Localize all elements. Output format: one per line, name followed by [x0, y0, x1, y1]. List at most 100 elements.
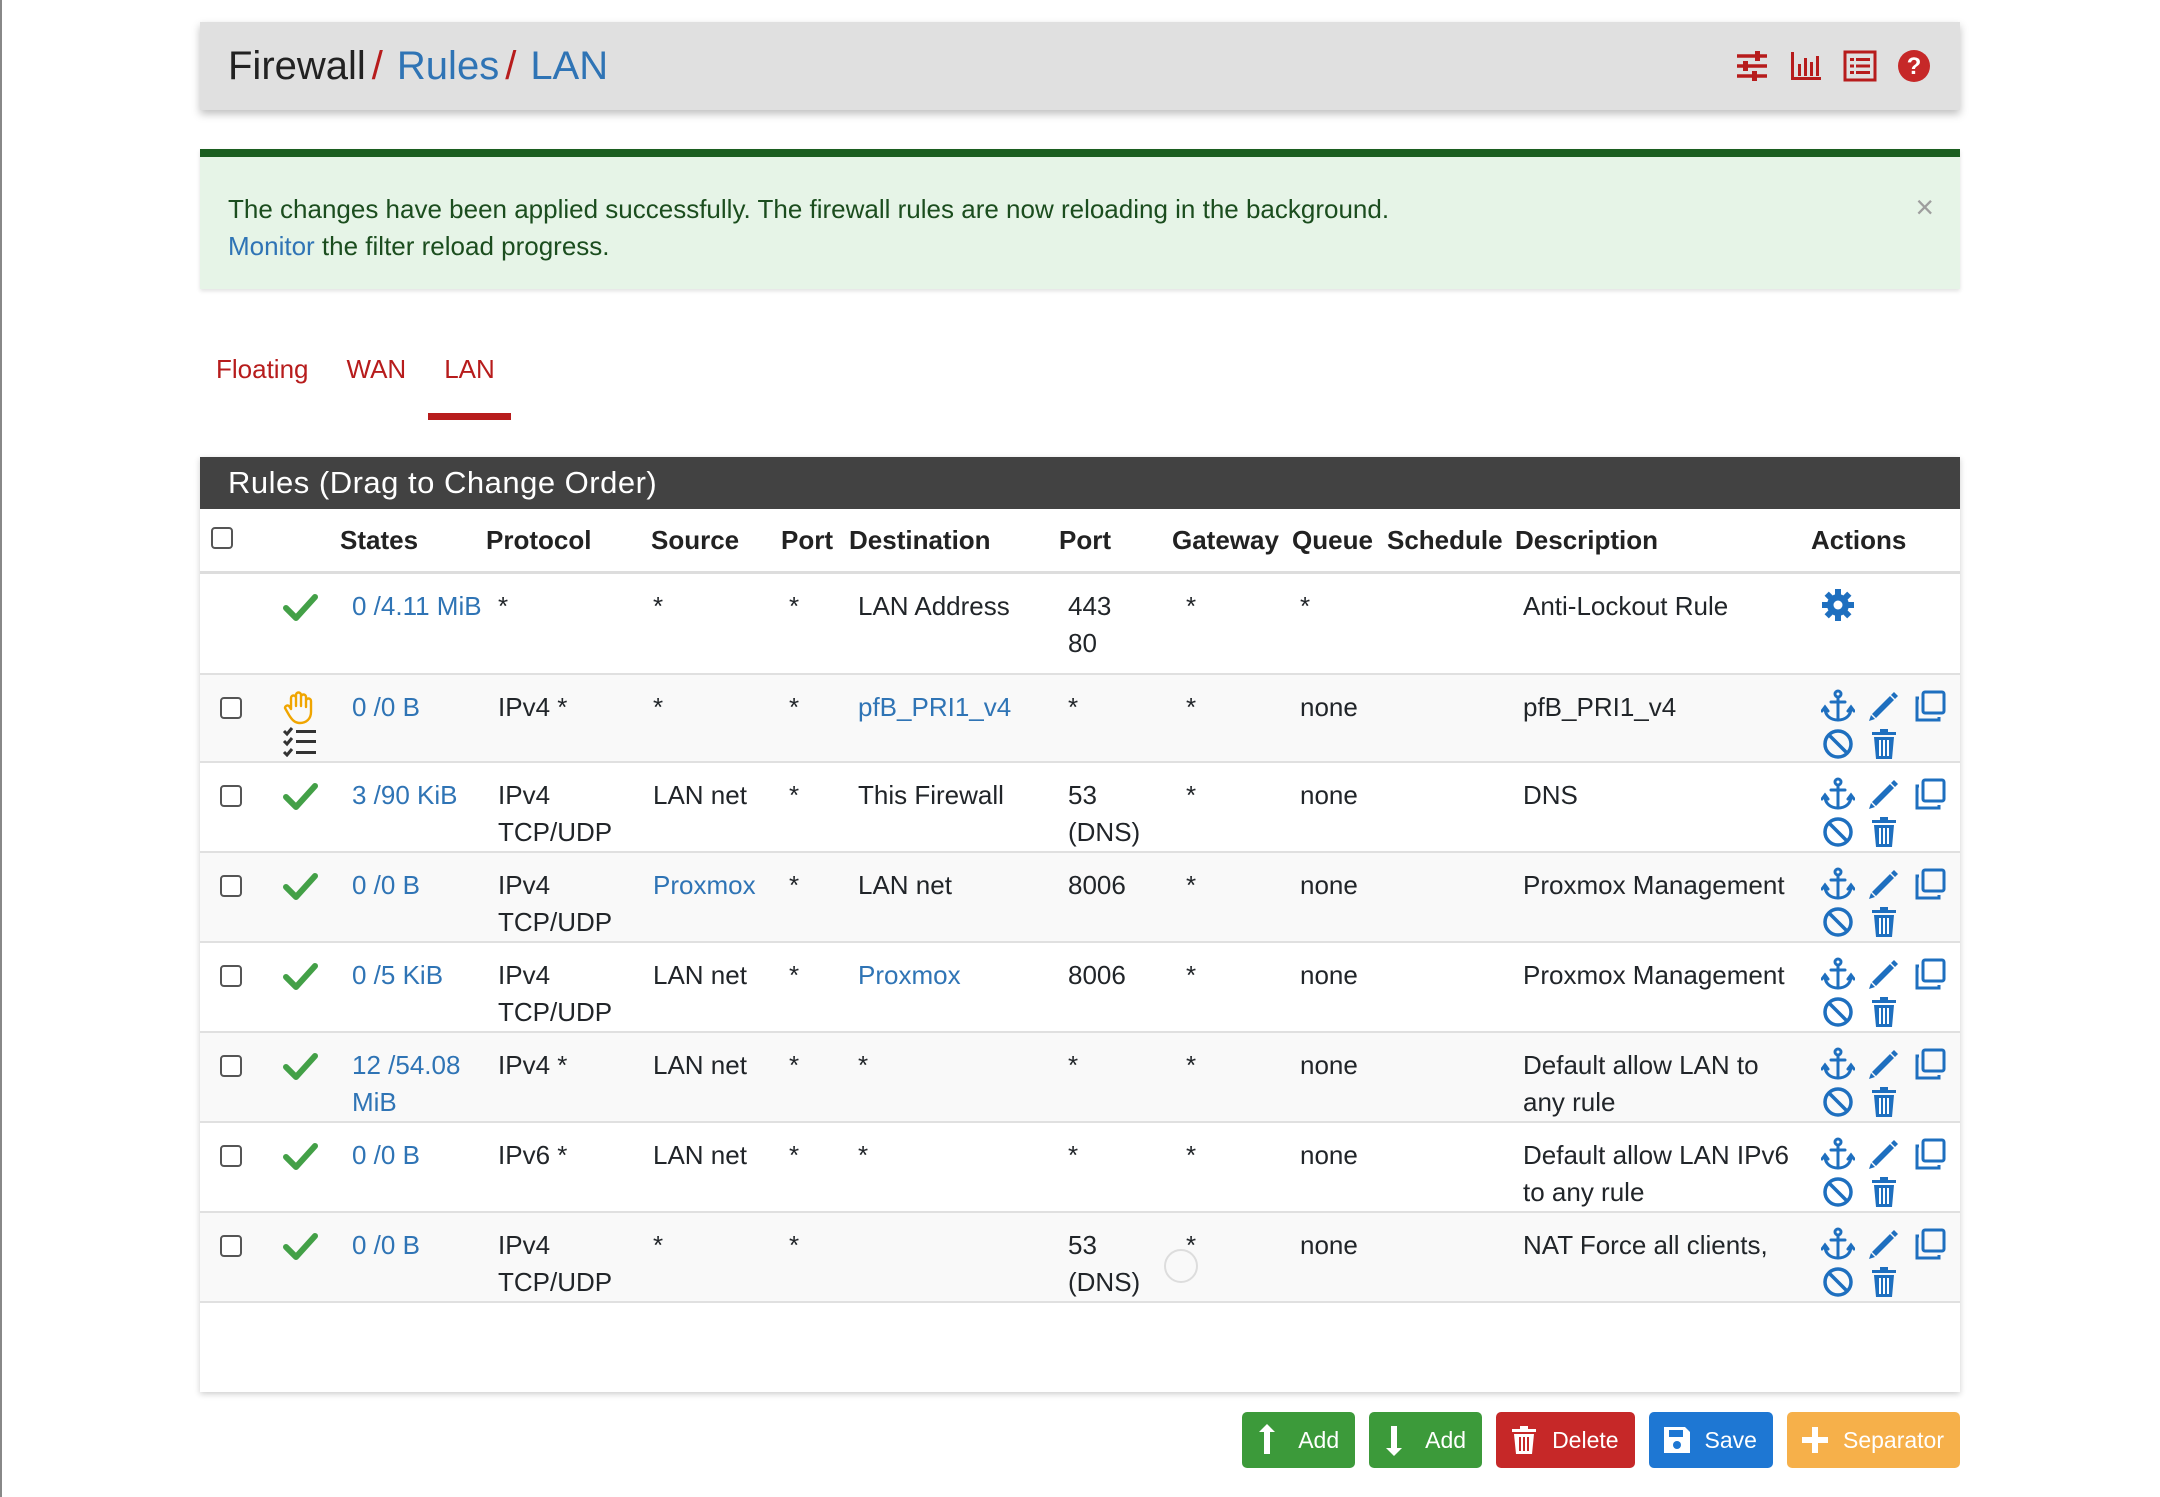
copy-icon[interactable]: [1913, 867, 1959, 901]
edit-pencil-icon[interactable]: [1867, 689, 1913, 723]
copy-icon[interactable]: [1913, 957, 1959, 991]
delete-trash-icon[interactable]: [1867, 1085, 1913, 1119]
source-cell: *: [653, 591, 664, 621]
disable-icon[interactable]: [1821, 727, 1867, 761]
protocol-cell: IPv4 TCP/UDP: [498, 1229, 613, 1297]
delete-trash-icon[interactable]: [1867, 1265, 1913, 1299]
select-all-checkbox[interactable]: [211, 526, 233, 549]
protocol-cell: IPv4 *: [498, 1049, 568, 1080]
floppy-disk-icon: [1663, 1427, 1690, 1453]
trash-icon: [1512, 1426, 1537, 1454]
disable-icon[interactable]: [1821, 815, 1867, 849]
destination-cell[interactable]: pfB_PRI1_v4: [849, 689, 1011, 726]
row-checkbox[interactable]: [220, 964, 242, 987]
copy-icon[interactable]: [1913, 1047, 1959, 1081]
delete-trash-icon[interactable]: [1867, 1175, 1913, 1209]
description-cell: NAT Force all clients,: [1523, 1229, 1768, 1260]
states-link[interactable]: 12 /54.08 MiB: [340, 1047, 486, 1121]
states-link[interactable]: 0 /0 B: [340, 1137, 420, 1174]
row-checkbox[interactable]: [220, 1144, 242, 1167]
tab-wan[interactable]: WAN: [331, 354, 423, 420]
delete-trash-icon[interactable]: [1867, 727, 1913, 761]
save-button[interactable]: Save: [1648, 1412, 1773, 1468]
add-separator-button[interactable]: Separator: [1786, 1412, 1960, 1468]
states-link[interactable]: 3 /90 KiB: [340, 777, 458, 814]
copy-icon[interactable]: [1913, 777, 1959, 811]
sliders-icon[interactable]: [1734, 48, 1770, 84]
anchor-icon[interactable]: [1821, 689, 1867, 723]
destination-cell: LAN Address: [858, 591, 1010, 621]
table-row[interactable]: 0 /0 B IPv4 * * * pfB_PRI1_v4 * * none pfB_PRI1_…: [200, 673, 1960, 763]
close-icon[interactable]: ×: [1915, 191, 1934, 223]
table-row[interactable]: 0 /0 B IPv4 TCP/UDP Proxmox * LAN net 8006 * no…: [200, 851, 1960, 943]
delete-button[interactable]: Delete: [1496, 1412, 1635, 1468]
delete-trash-icon[interactable]: [1867, 815, 1913, 849]
anchor-icon[interactable]: [1821, 1227, 1867, 1261]
bar-chart-icon[interactable]: [1788, 48, 1824, 84]
anchor-icon[interactable]: [1821, 777, 1867, 811]
anchor-icon[interactable]: [1821, 1137, 1867, 1171]
source-port-cell: *: [789, 959, 800, 990]
copy-icon[interactable]: [1913, 1137, 1959, 1171]
queue-cell: none: [1300, 959, 1358, 990]
states-link[interactable]: 0 /4.11 MiB: [340, 588, 482, 625]
source-port-cell: *: [789, 779, 800, 810]
help-icon[interactable]: ?: [1896, 48, 1932, 84]
checkbox-cell: [200, 572, 260, 675]
add-bottom-label: Add: [1425, 1426, 1467, 1453]
row-checkbox[interactable]: [220, 784, 242, 807]
add-bottom-button[interactable]: Add: [1369, 1412, 1483, 1468]
table-row[interactable]: 12 /54.08 MiB IPv4 * LAN net * * * * none Defaul…: [200, 1031, 1960, 1123]
row-checkbox[interactable]: [220, 874, 242, 897]
destination-port-cell: *: [1068, 1139, 1079, 1170]
tab-lan[interactable]: LAN: [428, 354, 511, 420]
states-link[interactable]: 0 /5 KiB: [340, 957, 443, 994]
disable-icon[interactable]: [1821, 1265, 1867, 1299]
destination-cell[interactable]: Proxmox: [849, 957, 961, 994]
table-row[interactable]: 0 /4.11 MiB * * * LAN Address 443 80 * * Anti-Lo…: [200, 572, 1960, 675]
row-checkbox[interactable]: [220, 1054, 242, 1077]
source-cell: LAN net: [653, 1139, 747, 1170]
disable-icon[interactable]: [1821, 1085, 1867, 1119]
edit-pencil-icon[interactable]: [1867, 1137, 1913, 1171]
list-icon[interactable]: [1842, 48, 1878, 84]
breadcrumb-rules-link[interactable]: Rules: [397, 44, 499, 89]
states-link[interactable]: 0 /0 B: [340, 689, 420, 726]
copy-icon[interactable]: [1913, 1227, 1959, 1261]
arrow-down-icon: [1386, 1426, 1403, 1456]
table-row[interactable]: 0 /0 B IPv6 * LAN net * * * * none Default allow…: [200, 1121, 1960, 1213]
disable-icon[interactable]: [1821, 905, 1867, 939]
gear-icon[interactable]: [1821, 588, 1867, 622]
delete-trash-icon[interactable]: [1867, 995, 1913, 1029]
edit-pencil-icon[interactable]: [1867, 867, 1913, 901]
anchor-icon[interactable]: [1821, 1047, 1867, 1081]
edit-pencil-icon[interactable]: [1867, 777, 1913, 811]
disable-icon[interactable]: [1821, 995, 1867, 1029]
states-link[interactable]: 0 /0 B: [340, 1227, 420, 1264]
page-header: Firewall / Rules / LAN ?: [200, 22, 1960, 110]
row-checkbox[interactable]: [220, 1234, 242, 1257]
table-row[interactable]: 3 /90 KiB IPv4 TCP/UDP LAN net * This Firewa…: [200, 761, 1960, 853]
description-cell: DNS: [1523, 779, 1578, 810]
copy-icon[interactable]: [1913, 689, 1959, 723]
table-row[interactable]: 0 /5 KiB IPv4 TCP/UDP LAN net * Proxmox 8006 *…: [200, 941, 1960, 1033]
edit-pencil-icon[interactable]: [1867, 1047, 1913, 1081]
disable-icon[interactable]: [1821, 1175, 1867, 1209]
source-cell[interactable]: Proxmox: [651, 867, 756, 904]
table-row[interactable]: 0 /0 B IPv4 TCP/UDP * * 53 (DNS) * none NAT For…: [200, 1211, 1960, 1303]
breadcrumb-lan-link[interactable]: LAN: [530, 44, 608, 89]
checklist-icon: [282, 726, 340, 757]
edit-pencil-icon[interactable]: [1867, 957, 1913, 991]
row-checkbox[interactable]: [220, 696, 242, 719]
states-link[interactable]: 0 /0 B: [340, 867, 420, 904]
anchor-icon[interactable]: [1821, 957, 1867, 991]
plus-icon: [1801, 1427, 1828, 1453]
rule-button-bar: Add Add Delete Save Separator: [1242, 1412, 1960, 1468]
monitor-link[interactable]: Monitor: [228, 231, 315, 261]
edit-pencil-icon[interactable]: [1867, 1227, 1913, 1261]
tab-floating[interactable]: Floating: [200, 354, 325, 420]
add-top-button[interactable]: Add: [1242, 1412, 1356, 1468]
delete-trash-icon[interactable]: [1867, 905, 1913, 939]
source-header: Source: [651, 509, 781, 574]
anchor-icon[interactable]: [1821, 867, 1867, 901]
